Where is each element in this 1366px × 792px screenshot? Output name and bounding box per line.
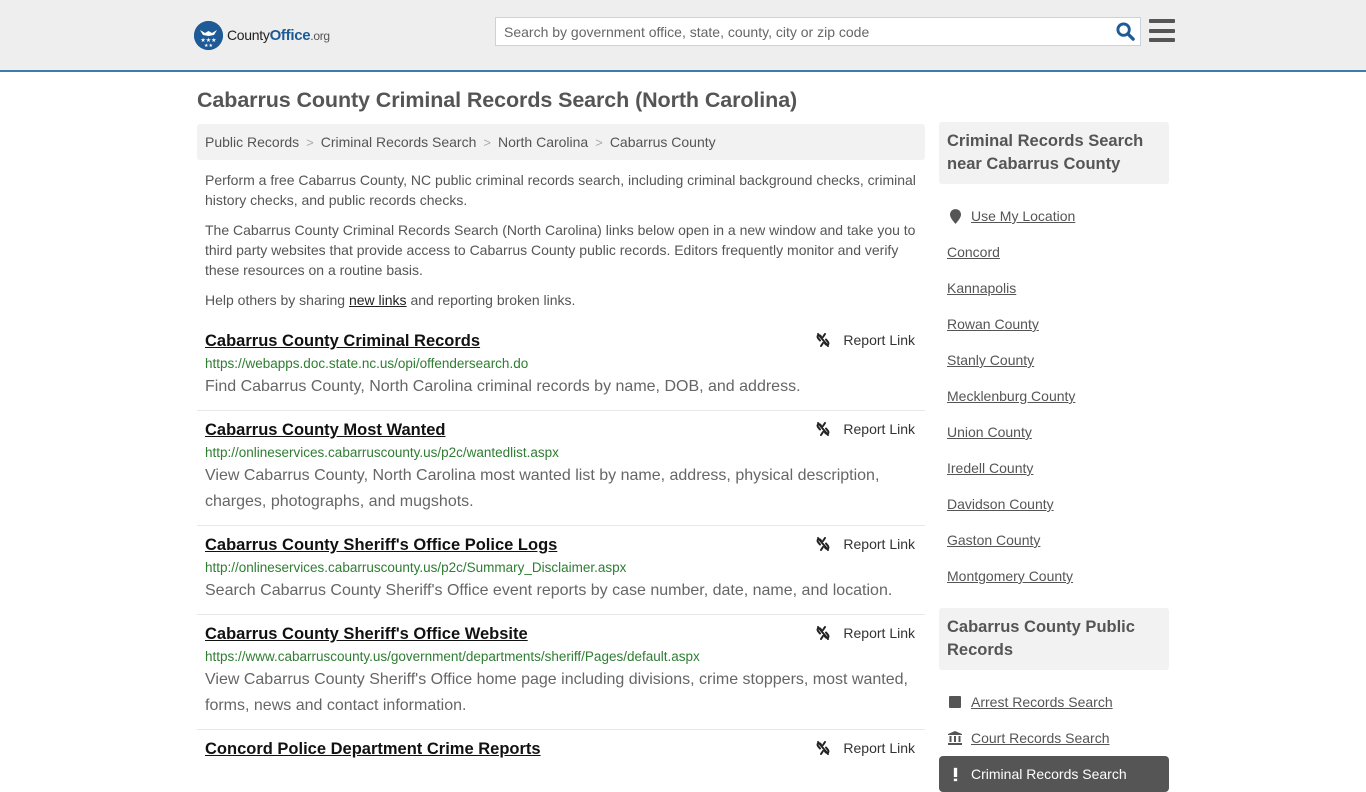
result-description: View Cabarrus County, North Carolina mos… xyxy=(205,467,880,510)
nearby-link-stanly-county[interactable]: Stanly County xyxy=(947,352,1034,368)
nearby-item: Mecklenburg County xyxy=(947,378,1169,414)
new-links-link[interactable]: new links xyxy=(349,292,407,308)
exclamation-icon xyxy=(947,767,963,782)
nearby-item: Davidson County xyxy=(947,486,1169,522)
nearby-item: Kannapolis xyxy=(947,270,1169,306)
nearby-list: Use My Location Concord Kannapolis Rowan… xyxy=(939,184,1169,608)
eagle-stars-logo-icon: ★★★ ★★ xyxy=(194,20,223,50)
court-records-search-link[interactable]: Court Records Search xyxy=(971,730,1110,746)
nearby-link-rowan-county[interactable]: Rowan County xyxy=(947,316,1039,332)
result-url[interactable]: https://webapps.doc.state.nc.us/opi/offe… xyxy=(205,354,917,374)
intro-paragraph: The Cabarrus County Criminal Records Sea… xyxy=(205,222,916,278)
result-title-link[interactable]: Concord Police Department Crime Reports xyxy=(205,738,541,760)
result-item: Concord Police Department Crime Reports … xyxy=(197,730,925,770)
report-link-button[interactable]: Report Link xyxy=(815,421,915,437)
site-logo[interactable]: ★★★ ★★ CountyOffice.org xyxy=(194,20,330,50)
breadcrumb: Public Records > Criminal Records Search… xyxy=(197,124,925,160)
nearby-link-iredell-county[interactable]: Iredell County xyxy=(947,460,1033,476)
result-description: View Cabarrus County Sheriff's Office ho… xyxy=(205,671,908,714)
nearby-item: Montgomery County xyxy=(947,558,1169,594)
nearby-link-union-county[interactable]: Union County xyxy=(947,424,1032,440)
breadcrumb-criminal-records-search[interactable]: Criminal Records Search xyxy=(321,134,477,150)
public-records-heading: Cabarrus County Public Records xyxy=(939,608,1169,670)
result-title-link[interactable]: Cabarrus County Sheriff's Office Website xyxy=(205,623,528,645)
sidebar: Criminal Records Search near Cabarrus Co… xyxy=(939,122,1169,792)
nearby-item: Rowan County xyxy=(947,306,1169,342)
nearby-link-kannapolis[interactable]: Kannapolis xyxy=(947,280,1016,296)
public-records-item: Arrest Records Search xyxy=(947,684,1169,720)
nearby-link-montgomery-county[interactable]: Montgomery County xyxy=(947,568,1073,584)
result-description: Search Cabarrus County Sheriff's Office … xyxy=(205,582,893,599)
nearby-link-mecklenburg-county[interactable]: Mecklenburg County xyxy=(947,388,1075,404)
share-paragraph: Help others by sharing new links and rep… xyxy=(205,292,576,308)
result-url[interactable]: http://onlineservices.cabarruscounty.us/… xyxy=(205,443,917,463)
square-icon xyxy=(947,696,963,708)
breadcrumb-separator: > xyxy=(483,134,491,150)
search-box xyxy=(495,17,1141,46)
nearby-item: Gaston County xyxy=(947,522,1169,558)
nearby-link-gaston-county[interactable]: Gaston County xyxy=(947,532,1040,548)
arrest-records-search-link[interactable]: Arrest Records Search xyxy=(971,694,1113,710)
result-title-link[interactable]: Cabarrus County Most Wanted xyxy=(205,419,445,441)
result-description: Find Cabarrus County, North Carolina cri… xyxy=(205,378,801,395)
courthouse-icon xyxy=(947,731,963,745)
broken-link-icon xyxy=(816,333,830,347)
breadcrumb-cabarrus-county[interactable]: Cabarrus County xyxy=(610,134,716,150)
result-url[interactable]: http://onlineservices.cabarruscounty.us/… xyxy=(205,558,917,578)
broken-link-icon xyxy=(816,537,830,551)
nearby-link-concord[interactable]: Concord xyxy=(947,244,1000,260)
menu-bar xyxy=(1149,28,1175,33)
nearby-heading: Criminal Records Search near Cabarrus Co… xyxy=(939,122,1169,184)
intro-paragraph: Perform a free Cabarrus County, NC publi… xyxy=(205,172,916,208)
result-url[interactable]: https://www.cabarruscounty.us/government… xyxy=(205,647,917,667)
criminal-records-search-active-item[interactable]: Criminal Records Search xyxy=(939,756,1169,792)
report-link-button[interactable]: Report Link xyxy=(815,740,915,756)
broken-link-icon xyxy=(816,741,830,755)
report-link-button[interactable]: Report Link xyxy=(815,536,915,552)
result-item: Cabarrus County Sheriff's Office Police … xyxy=(197,526,925,615)
breadcrumb-separator: > xyxy=(306,134,314,150)
breadcrumb-separator: > xyxy=(595,134,603,150)
hamburger-menu-button[interactable] xyxy=(1149,19,1175,42)
search-icon xyxy=(1115,22,1135,41)
result-item: Cabarrus County Criminal Records Report … xyxy=(197,322,925,411)
menu-bar xyxy=(1149,38,1175,42)
breadcrumb-public-records[interactable]: Public Records xyxy=(205,134,299,150)
use-my-location-item: Use My Location xyxy=(947,198,1169,234)
logo-wordmark: CountyOffice.org xyxy=(227,26,330,44)
site-header: ★★★ ★★ CountyOffice.org xyxy=(0,0,1366,72)
public-records-list: Arrest Records Search Court Records Sear… xyxy=(939,670,1169,756)
result-item: Cabarrus County Sheriff's Office Website… xyxy=(197,615,925,730)
broken-link-icon xyxy=(816,422,830,436)
report-link-button[interactable]: Report Link xyxy=(815,332,915,348)
menu-bar xyxy=(1149,19,1175,23)
nearby-item: Concord xyxy=(947,234,1169,270)
report-link-button[interactable]: Report Link xyxy=(815,625,915,641)
nearby-item: Union County xyxy=(947,414,1169,450)
result-title-link[interactable]: Cabarrus County Criminal Records xyxy=(205,330,480,352)
search-button[interactable] xyxy=(1110,18,1140,45)
breadcrumb-north-carolina[interactable]: North Carolina xyxy=(498,134,588,150)
nearby-item: Iredell County xyxy=(947,450,1169,486)
nearby-item: Stanly County xyxy=(947,342,1169,378)
svg-text:★★: ★★ xyxy=(204,43,213,49)
public-records-item: Court Records Search xyxy=(947,720,1169,756)
results-list: Cabarrus County Criminal Records Report … xyxy=(197,322,925,770)
broken-link-icon xyxy=(816,626,830,640)
use-my-location-link[interactable]: Use My Location xyxy=(971,208,1075,224)
intro-text: Perform a free Cabarrus County, NC publi… xyxy=(205,170,925,320)
page-title: Cabarrus County Criminal Records Search … xyxy=(197,88,798,112)
map-marker-icon xyxy=(947,208,963,224)
result-title-link[interactable]: Cabarrus County Sheriff's Office Police … xyxy=(205,534,557,556)
result-item: Cabarrus County Most Wanted Report Link … xyxy=(197,411,925,526)
search-input[interactable] xyxy=(496,18,1110,45)
nearby-link-davidson-county[interactable]: Davidson County xyxy=(947,496,1054,512)
